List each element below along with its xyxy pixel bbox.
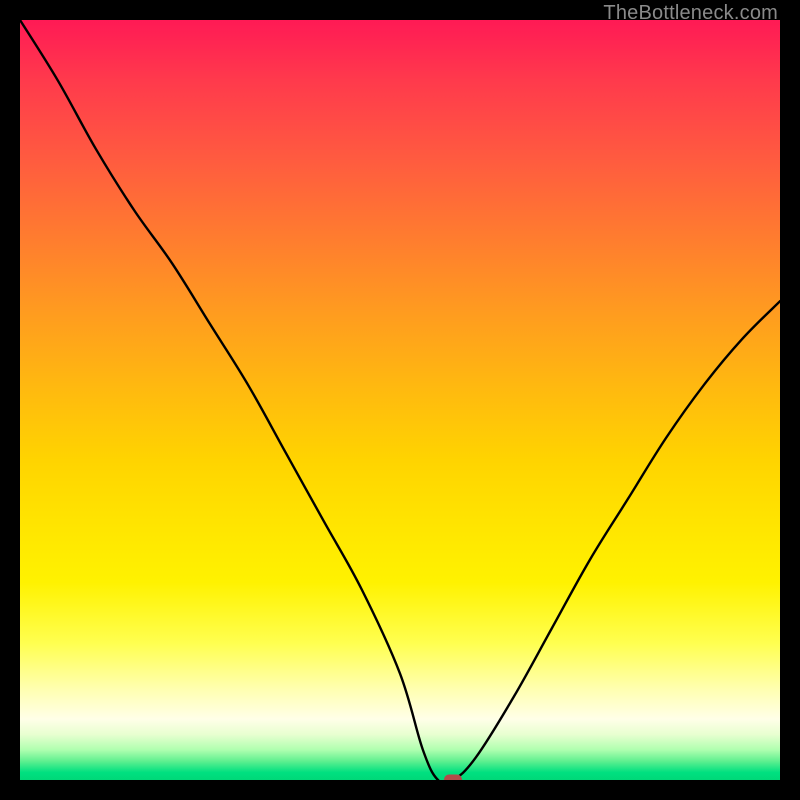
bottleneck-curve — [20, 20, 780, 780]
chart-frame: TheBottleneck.com — [0, 0, 800, 800]
plot-area — [20, 20, 780, 780]
optimum-marker — [444, 775, 462, 781]
curve-path — [20, 20, 780, 780]
